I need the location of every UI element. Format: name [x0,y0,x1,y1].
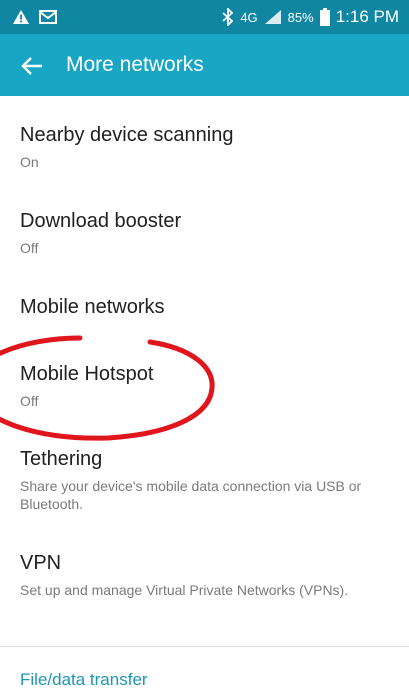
list-item-title: VPN [20,552,62,574]
list-item-mobile-hotspot[interactable]: Mobile Hotspot Off [20,363,392,410]
list-item-download-booster[interactable]: Download booster Off [20,210,392,257]
network-type-label: 4G [240,9,258,25]
page-title: More networks [66,53,204,76]
back-arrow-icon[interactable] [20,53,46,79]
warning-icon [13,10,29,24]
status-right: 4G 85% 1:16 PM [222,6,399,28]
signal-icon [264,10,281,24]
app-bar: More networks [0,34,409,96]
email-icon [39,10,57,24]
list-item-subtitle: On [20,154,39,170]
section-divider [0,646,409,647]
section-header-file-data-transfer: File/data transfer [20,670,148,689]
list-item-title: Mobile Hotspot [20,363,154,385]
list-item-mobile-networks[interactable]: Mobile networks [20,296,392,319]
list-item-vpn[interactable]: VPN Set up and manage Virtual Private Ne… [20,552,392,599]
list-item-subtitle: Share your device's mobile data connecti… [20,478,362,512]
list-item-subtitle: Set up and manage Virtual Private Networ… [20,582,349,598]
list-item-title: Nearby device scanning [20,124,234,146]
status-left [12,7,57,27]
list-item-title: Mobile networks [20,296,165,318]
battery-percent: 85% [287,9,314,25]
status-time: 1:16 PM [335,7,399,26]
list-item-title: Tethering [20,448,103,470]
list-item-tethering[interactable]: Tethering Share your device's mobile dat… [20,448,392,513]
list-item-nearby-device-scanning[interactable]: Nearby device scanning On [20,124,392,171]
bluetooth-icon [222,8,234,26]
list-item-title: Download booster [20,210,182,232]
list-item-subtitle: Off [20,240,39,256]
status-bar: 4G 85% 1:16 PM [0,0,409,34]
list-item-subtitle: Off [20,393,39,409]
battery-icon [319,8,330,26]
